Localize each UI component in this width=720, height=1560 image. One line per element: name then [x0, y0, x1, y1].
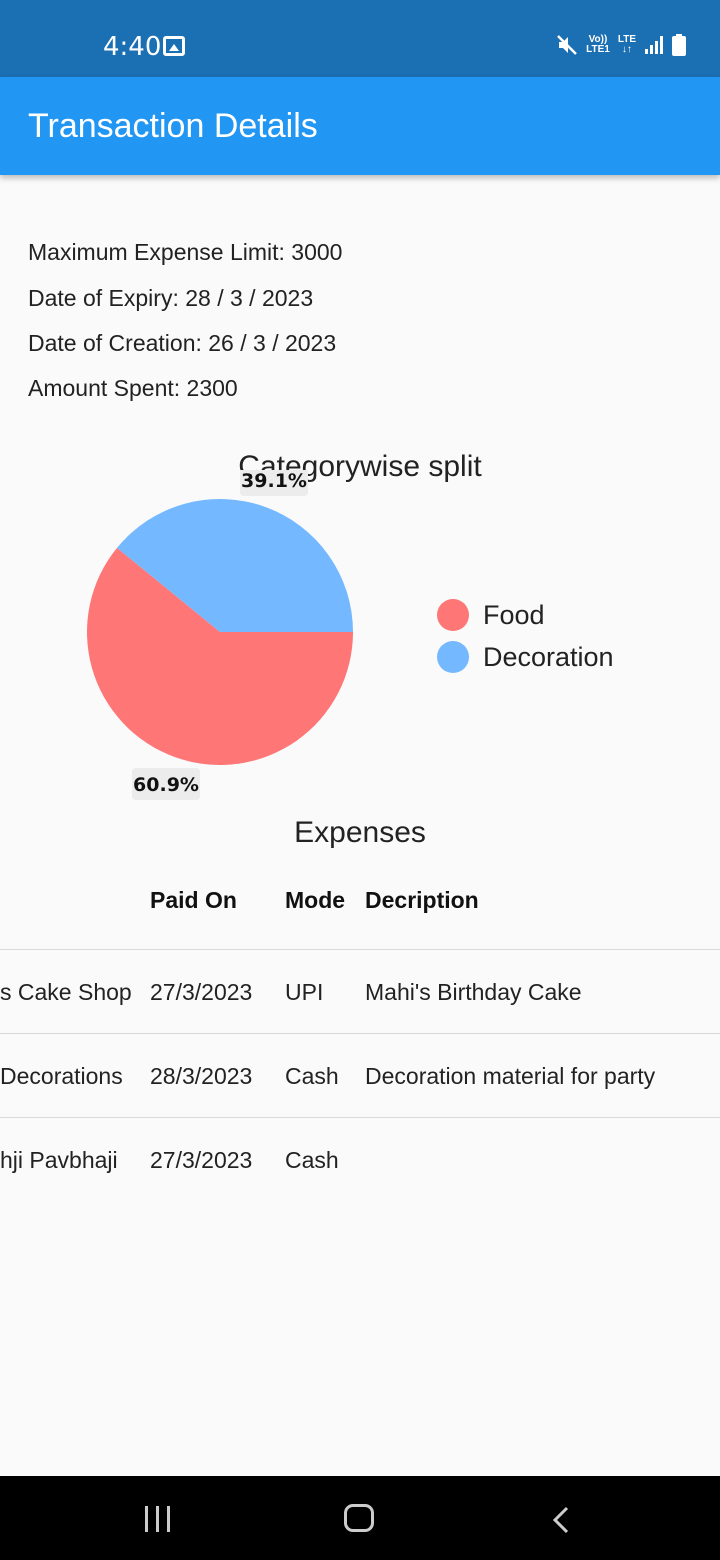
status-bar: 4:40 Vo)) LTE1 LTE ↓↑ — [0, 0, 720, 77]
back-icon[interactable] — [551, 1506, 571, 1534]
cell-description: Decoration material for party — [365, 1063, 656, 1089]
mute-icon — [557, 35, 578, 55]
cell-mode: Cash — [285, 1147, 339, 1173]
lte-indicator: LTE ↓↑ — [617, 34, 636, 55]
cell-mode: Cash — [285, 1063, 339, 1089]
legend-swatch-decoration — [437, 641, 469, 673]
cell-vendor: s Cake Shop — [0, 979, 132, 1005]
slice-label-decoration: 39.1% — [241, 470, 307, 492]
expenses-title: Expenses — [294, 816, 426, 849]
legend-item-decoration: Decoration — [437, 636, 614, 678]
slice-label-food: 60.9% — [133, 774, 199, 796]
cell-description: Mahi's Birthday Cake — [365, 979, 582, 1005]
home-icon[interactable] — [344, 1504, 374, 1532]
chart-legend: Food Decoration — [437, 594, 614, 678]
signal-icon — [645, 36, 663, 54]
max-expense-limit: Maximum Expense Limit: 3000 — [28, 239, 343, 265]
header-mode: Mode — [285, 887, 346, 913]
row-divider — [0, 949, 720, 950]
creation-date: Date of Creation: 26 / 3 / 2023 — [28, 330, 337, 356]
navigation-bar — [0, 1476, 720, 1560]
row-divider — [0, 1033, 720, 1034]
volte-indicator: Vo)) LTE1 — [586, 34, 610, 55]
header-paid-on: Paid On — [150, 887, 237, 913]
cell-mode: UPI — [285, 979, 324, 1005]
amount-spent: Amount Spent: 2300 — [28, 375, 238, 401]
app-bar: Transaction Details — [0, 77, 720, 175]
header-description: Decription — [365, 887, 479, 913]
cell-vendor: Decorations — [0, 1063, 123, 1089]
legend-swatch-food — [437, 599, 469, 631]
legend-item-food: Food — [437, 594, 614, 636]
cell-paid-on: 28/3/2023 — [150, 1063, 253, 1089]
image-icon — [163, 36, 185, 56]
status-icons: Vo)) LTE1 LTE ↓↑ — [556, 34, 686, 56]
page-title: Transaction Details — [28, 107, 318, 145]
legend-label-food: Food — [483, 599, 545, 630]
row-divider — [0, 1117, 720, 1118]
battery-icon — [672, 34, 686, 56]
cell-vendor: hji Pavbhaji — [0, 1147, 118, 1173]
status-time: 4:40 — [103, 32, 162, 62]
legend-label-decoration: Decoration — [483, 641, 614, 672]
expiry-date: Date of Expiry: 28 / 3 / 2023 — [28, 285, 314, 311]
cell-paid-on: 27/3/2023 — [150, 1147, 253, 1173]
cell-paid-on: 27/3/2023 — [150, 979, 253, 1005]
